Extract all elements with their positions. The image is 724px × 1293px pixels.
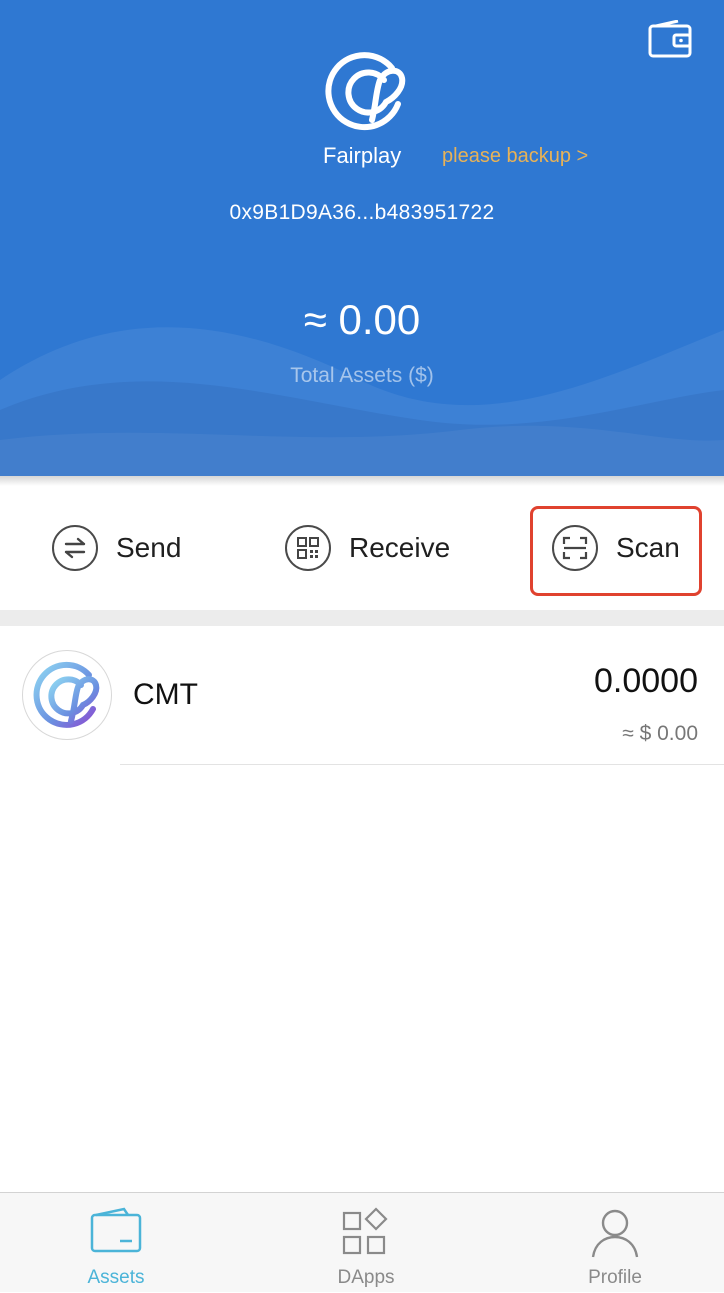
send-button[interactable]: Send <box>52 486 181 610</box>
dapps-grid-icon <box>342 1207 388 1255</box>
total-assets-value: ≈ 0.00 <box>303 296 421 343</box>
tab-dapps[interactable]: DApps <box>286 1193 446 1293</box>
cmt-token-icon <box>22 650 112 740</box>
qr-code-icon <box>285 525 331 571</box>
tab-assets-label: Assets <box>87 1267 145 1288</box>
receive-label: Receive <box>349 532 451 563</box>
cmt-logo-icon <box>322 46 412 136</box>
scan-label: Scan <box>616 532 680 563</box>
token-fiat-value: ≈ $ 0.00 <box>622 722 698 745</box>
tab-profile-label: Profile <box>588 1267 642 1288</box>
section-separator <box>0 610 724 626</box>
bottom-tab-bar: Assets DApps Profile <box>0 1192 724 1292</box>
assets-wallet-icon <box>90 1207 142 1253</box>
list-divider <box>120 764 724 765</box>
tab-dapps-label: DApps <box>337 1267 395 1288</box>
swap-arrows-icon <box>52 525 98 571</box>
action-bar: Send Receive Scan <box>0 486 724 610</box>
header-shadow <box>0 476 724 486</box>
scan-frame-icon <box>552 525 598 571</box>
wallet-switch-button[interactable] <box>648 19 692 58</box>
wallet-name: Fairplay <box>323 143 402 168</box>
receive-button[interactable]: Receive <box>285 486 450 610</box>
tab-assets[interactable]: Assets <box>36 1193 196 1293</box>
profile-person-icon <box>591 1209 639 1258</box>
total-assets-label: Total Assets ($) <box>290 364 434 387</box>
token-row-cmt[interactable]: CMT 0.0000 ≈ $ 0.00 <box>0 626 724 766</box>
token-symbol: CMT <box>133 678 198 711</box>
wallet-header: Fairplay please backup > 0x9B1D9A36...b4… <box>0 0 724 476</box>
wallet-icon <box>648 19 692 58</box>
scan-button[interactable]: Scan <box>552 486 680 610</box>
send-label: Send <box>116 532 182 563</box>
tab-profile[interactable]: Profile <box>535 1193 695 1293</box>
token-balance: 0.0000 <box>594 662 698 700</box>
wallet-address[interactable]: 0x9B1D9A36...b483951722 <box>0 201 724 225</box>
backup-link[interactable]: please backup > <box>442 145 588 168</box>
